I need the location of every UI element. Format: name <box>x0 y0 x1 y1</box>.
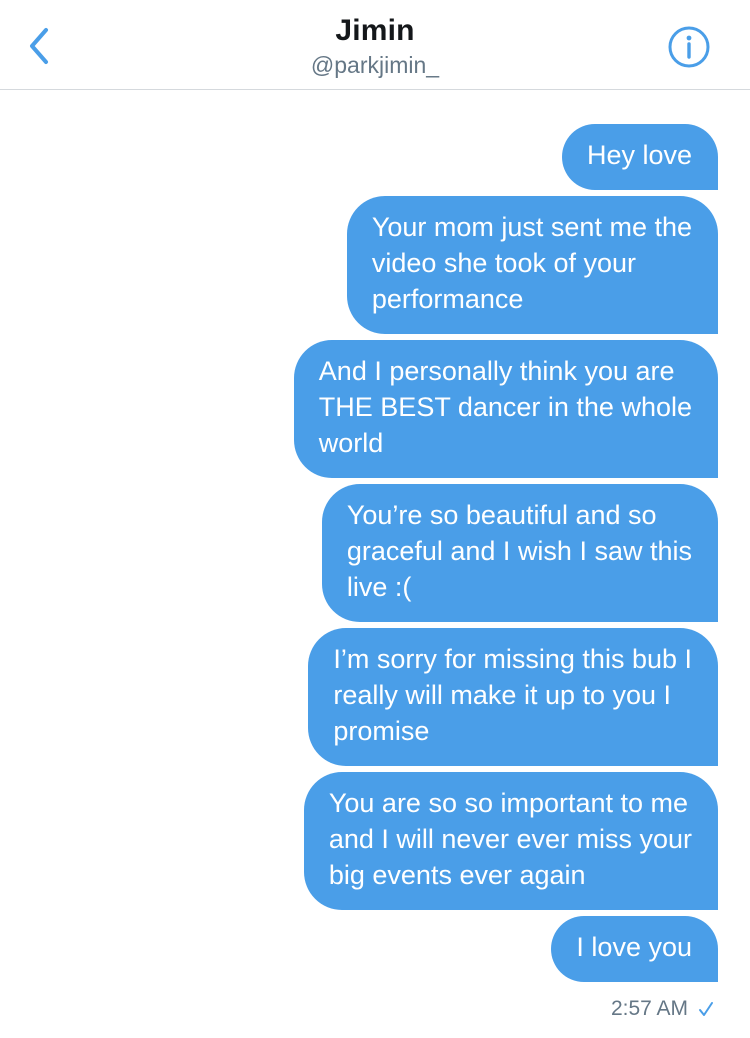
back-button[interactable] <box>18 22 62 70</box>
chevron-left-icon <box>30 28 48 64</box>
checkmark-icon <box>699 1002 713 1016</box>
info-button[interactable] <box>666 24 712 70</box>
message-bubble[interactable]: You’re so beautiful and so graceful and … <box>321 484 718 622</box>
message-list: Hey love Your mom just sent me the video… <box>0 0 750 1038</box>
contact-handle: @parkjimin_ <box>310 52 440 78</box>
message-bubble[interactable]: I love you <box>551 916 718 982</box>
message-bubble[interactable]: Hey love <box>561 124 718 190</box>
message-status: 2:57 AM <box>611 994 714 1024</box>
timestamp: 2:57 AM <box>610 997 688 1020</box>
info-circle-icon <box>668 26 710 68</box>
message-bubble[interactable]: You are so so important to me and I will… <box>303 772 718 910</box>
message-bubble[interactable]: And I personally think you are THE BEST … <box>293 340 718 478</box>
message-bubble[interactable]: I’m sorry for missing this bub I really … <box>308 628 718 766</box>
contact-name: Jimin <box>335 14 415 47</box>
conversation-header: Jimin @parkjimin_ <box>0 0 750 90</box>
message-bubble[interactable]: Your mom just sent me the video she took… <box>346 196 718 334</box>
contact-info: Jimin @parkjimin_ <box>0 12 750 80</box>
